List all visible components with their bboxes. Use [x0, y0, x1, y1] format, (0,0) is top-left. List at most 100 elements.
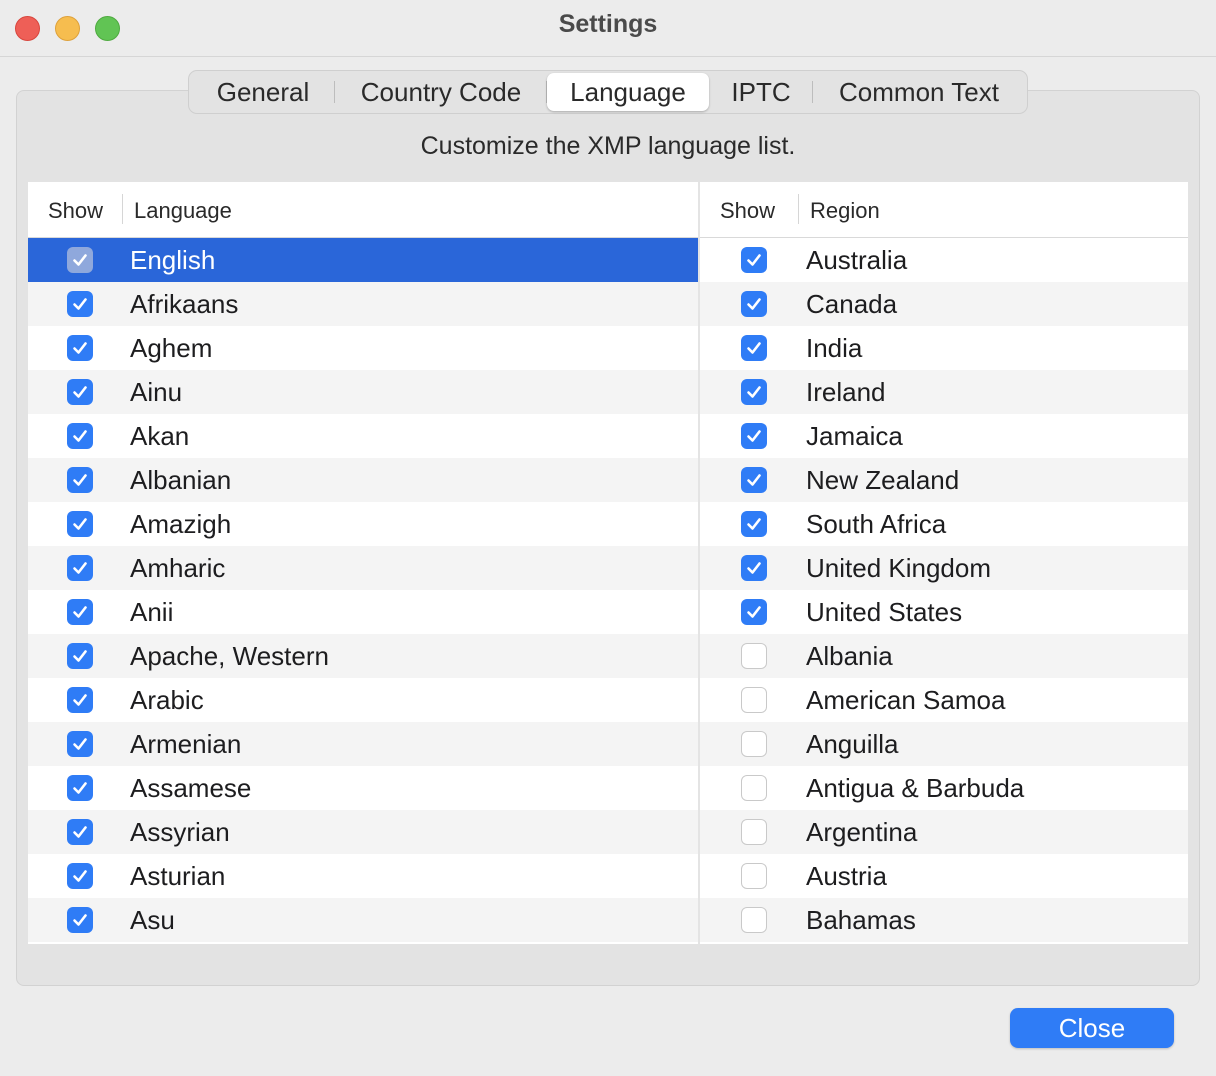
language-name: Assamese	[130, 773, 252, 803]
close-button[interactable]: Close	[1010, 1008, 1174, 1048]
show-checkbox[interactable]	[67, 775, 93, 801]
language-name: Anii	[130, 597, 174, 627]
table-row[interactable]: South Africa	[700, 502, 1188, 546]
tab-country-code[interactable]: Country Code	[335, 73, 547, 111]
language-name: Asturian	[130, 861, 226, 891]
show-checkbox[interactable]	[741, 423, 767, 449]
column-header-show[interactable]: Show	[720, 198, 775, 224]
table-row[interactable]: Antigua & Barbuda	[700, 766, 1188, 810]
table-row[interactable]: Ireland	[700, 370, 1188, 414]
checkmark-icon	[73, 870, 87, 882]
table-row[interactable]: Albanian	[28, 458, 698, 502]
region-name: American Samoa	[806, 685, 1006, 715]
table-row[interactable]: Anii	[28, 590, 698, 634]
table-row[interactable]: Bahamas	[700, 898, 1188, 942]
show-checkbox[interactable]	[741, 555, 767, 581]
tab-language[interactable]: Language	[547, 73, 709, 111]
region-name: Ireland	[806, 377, 886, 407]
show-checkbox[interactable]	[67, 379, 93, 405]
column-divider[interactable]	[122, 194, 123, 224]
table-row[interactable]: Argentina	[700, 810, 1188, 854]
checkmark-icon	[747, 386, 761, 398]
table-row[interactable]: Asturian	[28, 854, 698, 898]
checkmark-icon	[73, 430, 87, 442]
language-name: Albanian	[130, 465, 232, 495]
show-checkbox[interactable]	[741, 511, 767, 537]
checkmark-icon	[73, 782, 87, 794]
checkmark-icon	[73, 694, 87, 706]
table-row[interactable]: Armenian	[28, 722, 698, 766]
show-checkbox[interactable]	[741, 687, 767, 713]
table-row[interactable]: Albania	[700, 634, 1188, 678]
table-row[interactable]: Austria	[700, 854, 1188, 898]
show-checkbox[interactable]	[67, 907, 93, 933]
table-row[interactable]: India	[700, 326, 1188, 370]
show-checkbox[interactable]	[67, 335, 93, 361]
table-row[interactable]: Asu	[28, 898, 698, 942]
show-checkbox[interactable]	[741, 379, 767, 405]
table-row[interactable]: Assyrian	[28, 810, 698, 854]
table-row[interactable]: Ainu	[28, 370, 698, 414]
show-checkbox[interactable]	[67, 687, 93, 713]
table-row[interactable]: Akan	[28, 414, 698, 458]
table-row[interactable]: Apache, Western	[28, 634, 698, 678]
table-row[interactable]: English	[28, 238, 698, 282]
table-row[interactable]: Arabic	[28, 678, 698, 722]
column-divider[interactable]	[798, 194, 799, 224]
table-row[interactable]: American Samoa	[700, 678, 1188, 722]
show-checkbox[interactable]	[67, 247, 93, 273]
checkmark-icon	[747, 474, 761, 486]
show-checkbox[interactable]	[67, 643, 93, 669]
table-row[interactable]: Canada	[700, 282, 1188, 326]
show-checkbox[interactable]	[67, 467, 93, 493]
checkmark-icon	[747, 254, 761, 266]
language-table-header: Show Language	[28, 182, 698, 238]
show-checkbox[interactable]	[741, 907, 767, 933]
tab-iptc[interactable]: IPTC	[709, 73, 813, 111]
table-row[interactable]: Aghem	[28, 326, 698, 370]
table-row[interactable]: Afrikaans	[28, 282, 698, 326]
show-checkbox[interactable]	[67, 555, 93, 581]
tab-bar: General Country Code Language IPTC Commo…	[188, 70, 1028, 114]
show-checkbox[interactable]	[741, 775, 767, 801]
table-row[interactable]: Jamaica	[700, 414, 1188, 458]
column-header-language[interactable]: Language	[134, 198, 232, 224]
show-checkbox[interactable]	[67, 731, 93, 757]
tab-general[interactable]: General	[191, 73, 335, 111]
show-checkbox[interactable]	[741, 335, 767, 361]
show-checkbox[interactable]	[741, 819, 767, 845]
show-checkbox[interactable]	[67, 423, 93, 449]
table-row[interactable]: Amharic	[28, 546, 698, 590]
show-checkbox[interactable]	[67, 863, 93, 889]
checkmark-icon	[73, 606, 87, 618]
checkmark-icon	[747, 562, 761, 574]
table-row[interactable]: United Kingdom	[700, 546, 1188, 590]
show-checkbox[interactable]	[741, 467, 767, 493]
region-name: India	[806, 333, 863, 363]
show-checkbox[interactable]	[741, 643, 767, 669]
show-checkbox[interactable]	[67, 291, 93, 317]
table-row[interactable]: United States	[700, 590, 1188, 634]
checkmark-icon	[73, 562, 87, 574]
table-row[interactable]: Australia	[700, 238, 1188, 282]
language-name: Ainu	[130, 377, 183, 407]
region-name: Albania	[806, 641, 893, 671]
region-name: Austria	[806, 861, 887, 891]
table-row[interactable]: New Zealand	[700, 458, 1188, 502]
table-row[interactable]: Anguilla	[700, 722, 1188, 766]
show-checkbox[interactable]	[741, 863, 767, 889]
checkmark-icon	[747, 606, 761, 618]
column-header-show[interactable]: Show	[48, 198, 103, 224]
table-row[interactable]: Assamese	[28, 766, 698, 810]
show-checkbox[interactable]	[741, 247, 767, 273]
show-checkbox[interactable]	[741, 731, 767, 757]
show-checkbox[interactable]	[67, 599, 93, 625]
show-checkbox[interactable]	[741, 599, 767, 625]
table-row[interactable]: Amazigh	[28, 502, 698, 546]
tab-common-text[interactable]: Common Text	[813, 73, 1025, 111]
show-checkbox[interactable]	[67, 511, 93, 537]
show-checkbox[interactable]	[67, 819, 93, 845]
show-checkbox[interactable]	[741, 291, 767, 317]
region-name: Canada	[806, 289, 898, 319]
column-header-region[interactable]: Region	[810, 198, 880, 224]
